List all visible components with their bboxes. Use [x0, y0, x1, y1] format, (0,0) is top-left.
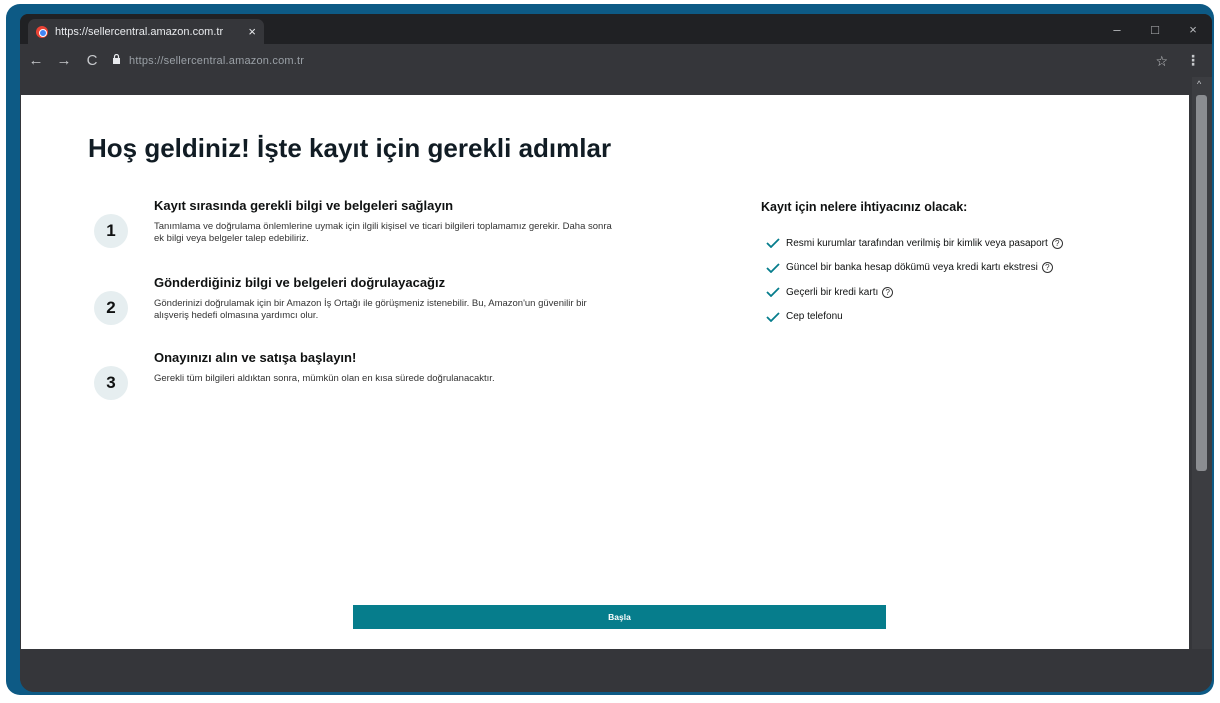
requirement-label: Resmi kurumlar tarafından verilmiş bir k…	[786, 237, 1048, 249]
step-title: Kayıt sırasında gerekli bilgi ve belgele…	[154, 198, 454, 213]
minimize-button[interactable]: –	[1098, 14, 1136, 44]
step-number: 3	[94, 366, 128, 400]
check-icon	[766, 238, 780, 249]
window-bottom-bar	[20, 649, 1212, 692]
step-description: Gerekli tüm bilgileri aldıktan sonra, mü…	[154, 373, 495, 384]
check-icon	[766, 312, 780, 322]
help-icon[interactable]: ?	[882, 286, 894, 298]
step-number: 1	[94, 214, 128, 248]
address-bar[interactable]: https://sellercentral.amazon.com.tr	[112, 49, 1150, 72]
browser-window: https://sellercentral.amazon.com.tr × – …	[20, 14, 1212, 692]
vertical-scrollbar[interactable]: ^	[1192, 77, 1212, 649]
requirement-item: Resmi kurumlar tarafından verilmiş bir k…	[766, 231, 1063, 256]
step-number: 2	[94, 291, 128, 325]
requirement-label: Geçerli bir kredi kartı	[786, 286, 879, 298]
requirement-item: Geçerli bir kredi kartı ?	[766, 280, 1063, 305]
step-title: Onayınızı alın ve satışa başlayın!	[154, 350, 357, 365]
check-icon	[766, 263, 780, 273]
title-bar: https://sellercentral.amazon.com.tr × – …	[20, 14, 1212, 44]
bookmark-star-icon[interactable]: ☆	[1155, 53, 1168, 70]
step-3: 3 Onayınızı alın ve satışa başlayın! Ger…	[94, 350, 654, 420]
scroll-thumb[interactable]	[1196, 95, 1207, 471]
check-icon	[766, 287, 780, 298]
browser-toolbar: ← → C https://sellercentral.amazon.com.t…	[20, 44, 1212, 77]
requirements-title: Kayıt için nelere ihtiyacınız olacak:	[761, 200, 968, 214]
start-button[interactable]: Başla	[353, 605, 886, 629]
requirement-item: Güncel bir banka hesap dökümü veya kredi…	[766, 256, 1063, 281]
close-window-button[interactable]: ×	[1174, 14, 1212, 44]
step-2: 2 Gönderdiğiniz bilgi ve belgeleri doğru…	[94, 275, 654, 345]
reload-icon[interactable]: C	[80, 49, 104, 73]
browser-tab[interactable]: https://sellercentral.amazon.com.tr ×	[28, 19, 264, 44]
url-text: https://sellercentral.amazon.com.tr	[129, 54, 305, 67]
requirement-label: Güncel bir banka hesap dökümü veya kredi…	[786, 262, 1038, 274]
step-1: 1 Kayıt sırasında gerekli bilgi ve belge…	[94, 198, 654, 268]
close-tab-icon[interactable]: ×	[248, 24, 256, 39]
window-controls: – □ ×	[1098, 14, 1212, 44]
page-viewport: Hoş geldiniz! İşte kayıt için gerekli ad…	[21, 95, 1189, 649]
back-arrow-icon[interactable]: ←	[24, 49, 48, 73]
help-icon[interactable]: ?	[1041, 262, 1053, 274]
device-frame: https://sellercentral.amazon.com.tr × – …	[6, 4, 1214, 695]
step-description: Gönderinizi doğrulamak için bir Amazon İ…	[154, 298, 587, 321]
requirement-item: Cep telefonu	[766, 305, 1063, 330]
help-icon[interactable]: ?	[1051, 237, 1063, 249]
chrome-favicon-icon	[36, 25, 48, 38]
step-title: Gönderdiğiniz bilgi ve belgeleri doğrula…	[154, 275, 446, 290]
scroll-up-icon[interactable]: ^	[1197, 79, 1201, 89]
step-description: Tanımlama ve doğrulama önlemlerine uymak…	[154, 221, 612, 244]
maximize-button[interactable]: □	[1136, 14, 1174, 44]
requirements-list: Resmi kurumlar tarafından verilmiş bir k…	[766, 231, 1063, 329]
requirement-label: Cep telefonu	[786, 311, 843, 323]
forward-arrow-icon[interactable]: →	[52, 49, 76, 73]
page-title: Hoş geldiniz! İşte kayıt için gerekli ad…	[88, 133, 612, 163]
browser-menu-icon[interactable]: ⋮	[1186, 52, 1200, 69]
tab-title: https://sellercentral.amazon.com.tr	[55, 25, 224, 38]
lock-icon	[112, 53, 121, 67]
